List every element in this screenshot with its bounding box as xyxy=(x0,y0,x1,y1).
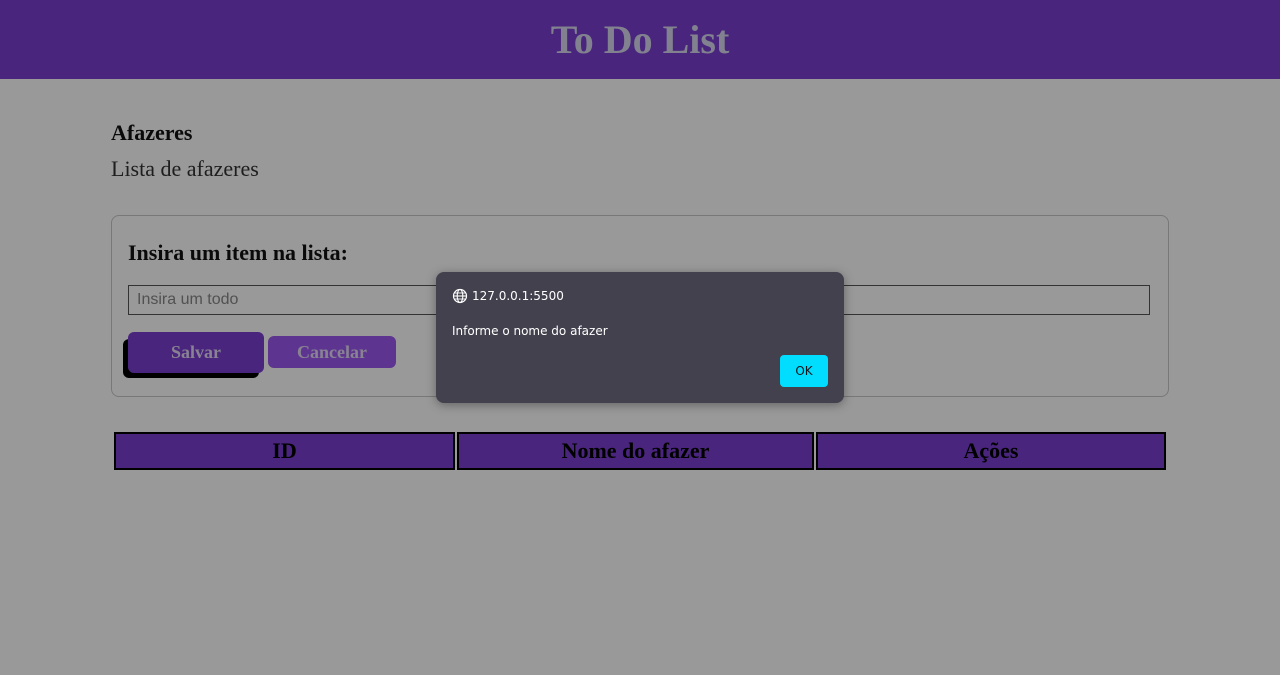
alert-message: Informe o nome do afazer xyxy=(452,324,608,338)
alert-origin-text: 127.0.0.1:5500 xyxy=(472,289,564,303)
alert-origin: 127.0.0.1:5500 xyxy=(452,288,564,304)
ok-button[interactable]: OK xyxy=(780,355,828,387)
alert-dialog: 127.0.0.1:5500 Informe o nome do afazer … xyxy=(436,272,844,403)
globe-icon xyxy=(452,288,468,304)
